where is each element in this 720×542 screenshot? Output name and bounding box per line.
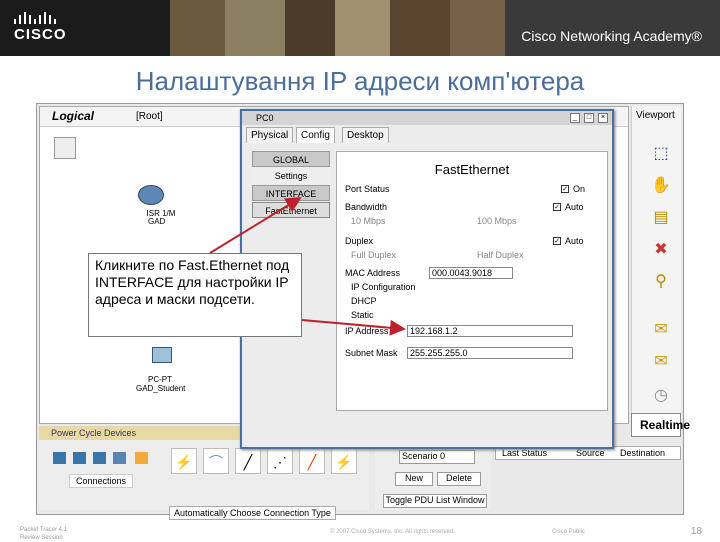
subnet-mask-label: Subnet Mask (345, 348, 398, 358)
subnet-mask-input[interactable]: 255.255.255.0 (407, 347, 573, 359)
mac-label: MAC Address (345, 268, 401, 278)
viewport-toolbar: Viewport ⬚ ✋ ▤ ✖ ⚲ ✉ ✉ ◷ (631, 106, 681, 424)
pc0-titlebar: PC0 _ □ × (242, 111, 612, 125)
nav-settings[interactable]: Settings (252, 168, 330, 184)
fiber-cable-icon[interactable]: ╱ (299, 448, 325, 474)
port-on-label: On (573, 184, 586, 194)
straight-cable-icon[interactable]: ╱ (235, 448, 261, 474)
bw-100-radio[interactable]: 100 Mbps (477, 216, 517, 226)
select-icon[interactable]: ⬚ (650, 144, 672, 164)
cisco-bars-icon (14, 12, 67, 24)
viewport-label[interactable]: Viewport (636, 110, 675, 121)
ip-address-input[interactable]: 192.168.1.2 (407, 325, 573, 337)
banner-photo (390, 0, 450, 56)
bandwidth-auto-checkbox[interactable]: ✓ (553, 203, 561, 211)
delete-icon[interactable]: ✖ (650, 240, 672, 260)
hub-device-icon[interactable] (93, 452, 106, 464)
dhcp-radio[interactable]: DHCP (351, 296, 377, 306)
pc-name-label: GAD_Student (136, 384, 186, 393)
academy-text: Cisco Networking Academy® (521, 28, 702, 44)
new-scenario-button[interactable]: New (395, 472, 433, 486)
cisco-logo: CISCO (14, 12, 67, 43)
crossover-cable-icon[interactable]: ⋰ (267, 448, 293, 474)
static-radio[interactable]: Static (351, 310, 374, 320)
banner-photo (450, 0, 505, 56)
last-status-col: Last Status (502, 448, 548, 458)
wireless-device-icon[interactable] (113, 452, 126, 464)
device-bar: ⚡ ⌒ ╱ ⋰ ╱ ⚡ Connections Automatically Ch… (39, 440, 369, 520)
cluster-icon[interactable] (54, 137, 76, 159)
duplex-label: Duplex (345, 236, 374, 246)
page-number: 18 (690, 526, 702, 537)
maximize-icon[interactable]: □ (584, 113, 594, 123)
footer: Packet Tracer 4.1 Review Session © 2007 … (0, 518, 720, 541)
scenario-select[interactable]: Scenario 0 (399, 450, 475, 464)
instruction-callout: Кликните по Fast.Ethernet под INTERFACE … (88, 253, 302, 337)
bw-10-radio[interactable]: 10 Mbps (351, 216, 386, 226)
clock-icon[interactable]: ◷ (650, 386, 672, 406)
realtime-mode[interactable]: Realtime (631, 413, 690, 437)
nav-interface[interactable]: INTERFACE (252, 185, 330, 201)
scenario-panel: Scenario 0 New Delete Toggle PDU List Wi… (375, 446, 491, 510)
simple-pdu-icon[interactable]: ✉ (650, 320, 672, 340)
ip-address-label: IP Address (345, 326, 389, 336)
tab-physical[interactable]: Physical (246, 127, 294, 143)
complex-pdu-icon[interactable]: ✉ (650, 352, 672, 372)
inspect-icon[interactable]: ⚲ (650, 272, 672, 292)
banner-photo (335, 0, 390, 56)
minimize-icon[interactable]: _ (570, 113, 580, 123)
pc-model-label: PC-PT (148, 375, 172, 384)
router-name-label: GAD (148, 217, 166, 226)
footer-line2: Review Session (20, 535, 63, 541)
toggle-pdu-list-button[interactable]: Toggle PDU List Window (383, 494, 487, 508)
tab-desktop[interactable]: Desktop (342, 127, 389, 143)
panel-title: FastEthernet (434, 162, 510, 177)
serial-cable-icon[interactable]: ⚡ (331, 448, 357, 474)
hand-icon[interactable]: ✋ (650, 176, 672, 196)
footer-line1: Packet Tracer 4.1 (20, 527, 68, 533)
bandwidth-auto-label: Auto (565, 202, 584, 212)
mac-field[interactable]: 000.0043.9018 (429, 267, 513, 279)
half-duplex-radio[interactable]: Half Duplex (477, 250, 524, 260)
router-icon[interactable] (138, 185, 164, 205)
connections-label: Connections (69, 474, 134, 488)
logical-mode-label: Logical (52, 109, 95, 123)
ip-config-label: IP Configuration (351, 282, 416, 292)
router-device-icon[interactable] (53, 452, 66, 464)
root-label[interactable]: [Root] (136, 111, 163, 122)
port-on-checkbox[interactable]: ✓ (561, 185, 569, 193)
auto-connection-icon[interactable]: ⚡ (171, 448, 197, 474)
port-status-label: Port Status (345, 184, 390, 194)
lightning-icon[interactable] (135, 452, 148, 464)
delete-scenario-button[interactable]: Delete (437, 472, 481, 486)
close-icon[interactable]: × (598, 113, 608, 123)
destination-col: Destination (620, 448, 666, 458)
config-nav: GLOBAL Settings INTERFACE FastEthernet (252, 151, 330, 221)
source-col: Source (576, 448, 605, 458)
nav-global[interactable]: GLOBAL (252, 151, 330, 167)
console-cable-icon[interactable]: ⌒ (203, 448, 229, 474)
banner-photo (225, 0, 285, 56)
switch-device-icon[interactable] (73, 452, 86, 464)
cisco-banner: CISCO Cisco Networking Academy® (0, 0, 720, 56)
banner-photo (285, 0, 335, 56)
cisco-public: Cisco Public (552, 529, 586, 535)
pc-icon[interactable] (152, 347, 172, 363)
nav-fastethernet[interactable]: FastEthernet (252, 202, 330, 218)
slide-title: Налаштування IP адреси комп'ютера (135, 66, 585, 96)
duplex-auto-label: Auto (565, 236, 584, 246)
bandwidth-label: Bandwidth (345, 202, 388, 212)
cisco-logo-text: CISCO (14, 26, 67, 43)
banner-photo (170, 0, 225, 56)
tab-config[interactable]: Config (296, 127, 335, 143)
pc0-title: PC0 (256, 113, 274, 123)
copyright: © 2007 Cisco Systems, Inc. All rights re… (330, 529, 455, 535)
full-duplex-radio[interactable]: Full Duplex (351, 250, 396, 260)
duplex-auto-checkbox[interactable]: ✓ (553, 237, 561, 245)
note-icon[interactable]: ▤ (650, 208, 672, 228)
fastethernet-panel: FastEthernet Port Status ✓ On Bandwidth … (336, 151, 608, 411)
